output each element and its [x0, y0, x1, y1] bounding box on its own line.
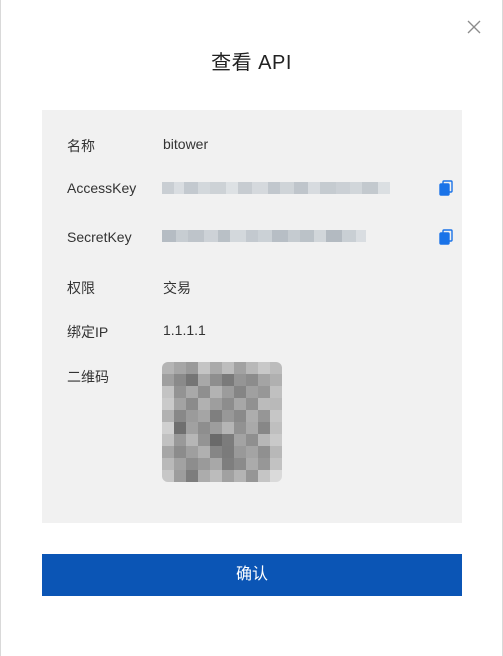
access-key-value-masked — [162, 182, 390, 194]
qr-code-image — [162, 362, 282, 482]
api-details-panel: 名称 bitower AccessKey SecretKey 权限 交易 绑定I… — [42, 110, 462, 523]
dialog-title: 查看 API — [211, 52, 292, 74]
bound-ip-label: 绑定IP — [67, 324, 109, 340]
copy-icon — [439, 229, 453, 245]
secret-key-value-masked — [162, 230, 366, 242]
name-label: 名称 — [67, 138, 95, 154]
confirm-button[interactable]: 确认 — [42, 554, 462, 596]
dialog-left-edge — [0, 0, 1, 656]
name-value: bitower — [163, 136, 209, 152]
close-button[interactable] — [467, 20, 481, 34]
copy-access-key-button[interactable] — [439, 180, 453, 196]
api-details-dialog: 查看 API 名称 bitower AccessKey SecretKey 权限… — [0, 0, 503, 656]
copy-icon — [439, 180, 453, 196]
close-icon — [467, 20, 481, 34]
qr-code-label: 二维码 — [67, 369, 109, 385]
bound-ip-value: 1.1.1.1 — [163, 322, 206, 338]
permission-value: 交易 — [163, 280, 191, 296]
secret-key-label: SecretKey — [67, 229, 132, 245]
access-key-label: AccessKey — [67, 180, 137, 196]
copy-secret-key-button[interactable] — [439, 229, 453, 245]
permission-label: 权限 — [67, 280, 95, 296]
